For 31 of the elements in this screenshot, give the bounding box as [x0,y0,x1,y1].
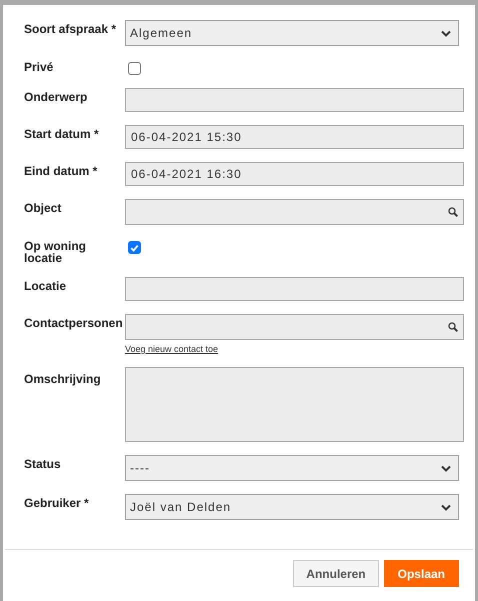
field-label: Object [24,200,62,217]
chevron-down-icon [441,504,451,510]
field-label: Onderwerp [24,89,88,106]
field-label: Eind datum * [24,163,98,180]
field-label: Omschrijving [24,371,102,388]
dropdown[interactable]: ---- [125,455,459,481]
field-label: Contactpersonen [24,315,124,332]
input-field[interactable] [125,277,464,301]
chevron-down-icon [441,464,451,472]
field-label: Op woning locatie [24,238,87,264]
chevron-down-icon [441,30,451,36]
dropdown[interactable]: Joël van Delden [125,494,459,520]
field-label: Privé [24,59,54,75]
search-icon [448,322,458,332]
field-label: Locatie [24,278,68,295]
cancel-button[interactable]: Annuleren [293,560,379,587]
checkbox[interactable] [128,62,141,75]
search-icon [448,207,458,217]
field-label: Gebruiker * [24,495,90,512]
dropdown[interactable]: Algemeen [125,20,459,46]
input-field[interactable]: 06-04-2021 15:30 [125,125,464,149]
field-label: Soort afspraak * [24,21,118,38]
input-field[interactable]: 06-04-2021 16:30 [125,162,464,186]
field-label: Status [24,456,62,473]
search-field[interactable] [125,314,464,340]
field-label: Start datum * [24,126,100,143]
checkbox[interactable] [128,241,141,254]
input-field[interactable] [125,88,464,112]
text-area[interactable] [125,367,464,442]
add-contact-link[interactable]: Voeg nieuw contact toe [125,344,218,354]
search-field[interactable] [125,199,464,225]
